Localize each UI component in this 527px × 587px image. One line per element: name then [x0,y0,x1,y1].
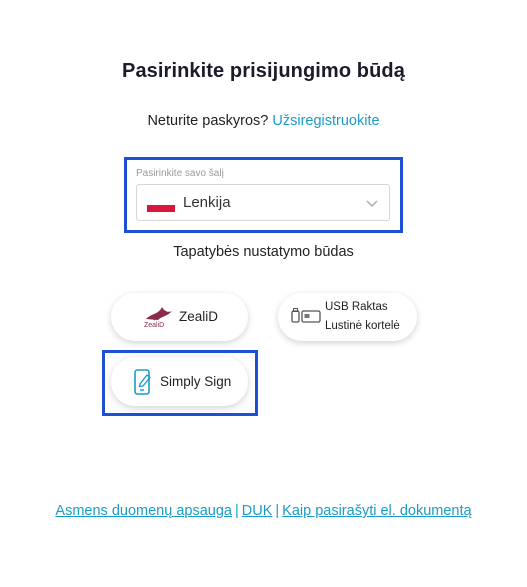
poland-flag-icon [147,198,175,212]
page-title: Pasirinkite prisijungimo būdą [122,60,405,82]
footer-link-privacy[interactable]: Asmens duomenų apsauga [55,503,232,519]
country-selected-value: Lenkija [183,194,231,211]
auth-method-label: Tapatybės nustatymo būdas [173,244,354,260]
footer-links: Asmens duomenų apsauga | DUK | Kaip pasirašy… [0,503,527,519]
usb-card-icon [291,308,321,323]
register-prompt: Neturite paskyros? Užsiregistruokite [0,113,527,129]
simply-sign-label: Simply Sign [160,374,232,389]
zealid-logo-icon: ZealiD [142,303,176,331]
zealid-label: ZealiD [179,309,219,324]
footer-link-faq[interactable]: DUK [242,503,273,519]
usb-card-button[interactable]: USB Raktas Lustinė kortelė [278,293,417,341]
chevron-down-icon [366,200,378,208]
simply-sign-button[interactable]: Simply Sign [111,357,248,406]
phone-icon [134,369,151,395]
footer-separator: | [275,503,280,519]
country-select[interactable]: Lenkija [136,184,390,221]
country-label: Pasirinkite savo šalį [136,168,224,179]
zealid-button[interactable]: ZealiD ZealiD [111,293,248,341]
register-link[interactable]: Užsiregistruokite [272,113,379,129]
footer-separator: | [234,503,239,519]
footer-link-how-to-sign[interactable]: Kaip pasirašyti el. dokumentą [282,503,471,519]
usb-key-label: USB Raktas [325,301,388,313]
no-account-text: Neturite paskyros? [147,113,269,129]
zealid-logo-text: ZealiD [144,322,165,329]
smart-card-label: Lustinė kortelė [325,320,400,332]
